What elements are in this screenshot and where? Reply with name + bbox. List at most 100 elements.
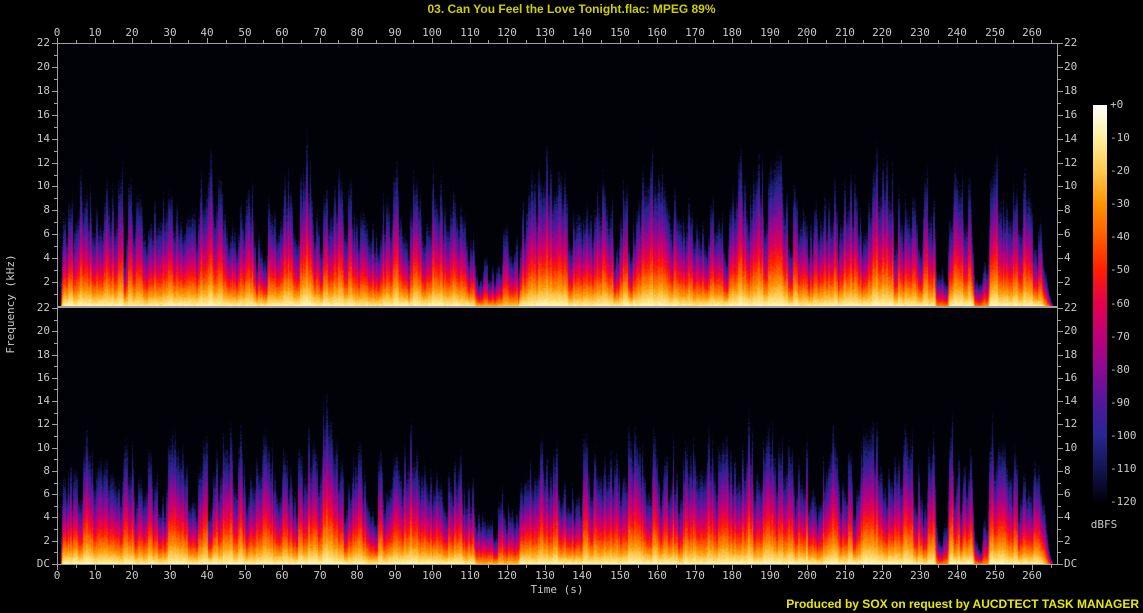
time-tick-label: 10 xyxy=(88,26,102,39)
axis-tick-mark xyxy=(1058,436,1061,437)
time-tick-label: 190 xyxy=(760,26,780,39)
axis-tick-mark xyxy=(1058,424,1063,425)
axis-tick-mark xyxy=(1058,471,1063,472)
axis-tick-mark xyxy=(301,40,302,43)
axis-tick-mark xyxy=(1013,40,1014,43)
axis-tick-mark xyxy=(1058,483,1061,484)
time-tick-label: 260 xyxy=(1022,569,1042,582)
axis-tick-mark xyxy=(1058,413,1061,414)
time-tick-label: 100 xyxy=(422,569,442,582)
top-axis-line xyxy=(57,43,1058,44)
axis-tick-mark xyxy=(52,282,57,283)
time-tick-label: 120 xyxy=(497,569,517,582)
axis-tick-mark xyxy=(826,565,827,568)
time-tick-label: 10 xyxy=(88,569,102,582)
axis-tick-mark xyxy=(54,127,57,128)
time-tick-label: 240 xyxy=(947,26,967,39)
freq-tick-label: 8 xyxy=(43,464,50,477)
axis-tick-mark xyxy=(376,565,377,568)
axis-tick-mark xyxy=(1058,210,1063,211)
freq-tick-label: 16 xyxy=(36,108,50,121)
axis-tick-mark xyxy=(52,43,57,44)
axis-tick-mark xyxy=(54,506,57,507)
time-tick-label: 210 xyxy=(835,569,855,582)
axis-tick-mark xyxy=(488,40,489,43)
time-tick-label: 160 xyxy=(647,569,667,582)
axis-tick-mark xyxy=(52,234,57,235)
axis-tick-mark xyxy=(1058,517,1063,518)
dbfs-tick-label: -120 xyxy=(1110,495,1137,508)
time-tick-label: 130 xyxy=(535,569,555,582)
page-title: 03. Can You Feel the Love Tonight.flac: … xyxy=(427,2,716,16)
time-tick-label: 70 xyxy=(313,26,327,39)
time-tick-label: 140 xyxy=(572,569,592,582)
dbfs-tick-label: -40 xyxy=(1110,230,1130,243)
time-tick-label: 110 xyxy=(460,26,480,39)
time-tick-label: 80 xyxy=(350,569,364,582)
axis-tick-mark xyxy=(1058,343,1061,344)
colorbar-title: dBFS xyxy=(1090,518,1118,531)
axis-tick-mark xyxy=(563,40,564,43)
axis-tick-mark xyxy=(54,294,57,295)
time-tick-label: 260 xyxy=(1022,26,1042,39)
axis-tick-mark xyxy=(1058,127,1061,128)
axis-tick-mark xyxy=(1058,308,1063,309)
axis-tick-mark xyxy=(54,198,57,199)
axis-tick-mark xyxy=(1058,222,1061,223)
axis-tick-mark xyxy=(226,40,227,43)
time-tick-label: 200 xyxy=(797,569,817,582)
time-tick-label: 240 xyxy=(947,569,967,582)
axis-tick-mark xyxy=(526,40,527,43)
axis-tick-mark xyxy=(1051,40,1052,43)
axis-tick-mark xyxy=(1058,246,1061,247)
axis-tick-mark xyxy=(1058,541,1063,542)
left-axis-line xyxy=(57,43,58,565)
axis-tick-mark xyxy=(601,565,602,568)
axis-tick-mark xyxy=(1058,55,1061,56)
axis-tick-mark xyxy=(54,175,57,176)
axis-tick-mark xyxy=(338,565,339,568)
freq-tick-label: 10 xyxy=(36,179,50,192)
axis-tick-mark xyxy=(638,40,639,43)
axis-tick-mark xyxy=(788,40,789,43)
axis-tick-mark xyxy=(52,401,57,402)
axis-tick-mark xyxy=(488,565,489,568)
time-tick-label: 150 xyxy=(610,26,630,39)
freq-tick-label: 18 xyxy=(36,84,50,97)
time-tick-label: 40 xyxy=(200,569,214,582)
colorbar-gradient xyxy=(1093,105,1107,502)
time-tick-label: 160 xyxy=(647,26,667,39)
channel-divider-line xyxy=(57,306,1058,308)
axis-tick-mark xyxy=(113,565,114,568)
axis-tick-mark xyxy=(826,40,827,43)
freq-tick-label: 12 xyxy=(36,156,50,169)
axis-tick-mark xyxy=(376,40,377,43)
axis-tick-mark xyxy=(76,40,77,43)
axis-tick-mark xyxy=(52,210,57,211)
axis-tick-mark xyxy=(1058,448,1063,449)
axis-tick-mark xyxy=(54,529,57,530)
axis-tick-mark xyxy=(188,565,189,568)
axis-tick-mark xyxy=(676,565,677,568)
axis-tick-mark xyxy=(1058,198,1061,199)
axis-tick-mark xyxy=(52,378,57,379)
right-axis-line xyxy=(1057,43,1058,565)
axis-tick-mark xyxy=(54,366,57,367)
time-tick-label: 250 xyxy=(985,569,1005,582)
axis-tick-mark xyxy=(52,115,57,116)
axis-tick-mark xyxy=(676,40,677,43)
freq-tick-label: DC xyxy=(36,557,50,570)
axis-tick-mark xyxy=(226,565,227,568)
axis-tick-mark xyxy=(1058,331,1063,332)
dbfs-tick-label: -70 xyxy=(1110,330,1130,343)
axis-tick-mark xyxy=(1051,565,1052,568)
axis-tick-mark xyxy=(54,270,57,271)
freq-tick-label: 20 xyxy=(36,60,50,73)
axis-tick-mark xyxy=(1058,564,1063,565)
axis-tick-mark xyxy=(526,565,527,568)
time-tick-label: 200 xyxy=(797,26,817,39)
axis-tick-mark xyxy=(751,40,752,43)
time-tick-label: 30 xyxy=(163,569,177,582)
dbfs-tick-label: -110 xyxy=(1110,462,1137,475)
time-tick-label: 60 xyxy=(275,569,289,582)
